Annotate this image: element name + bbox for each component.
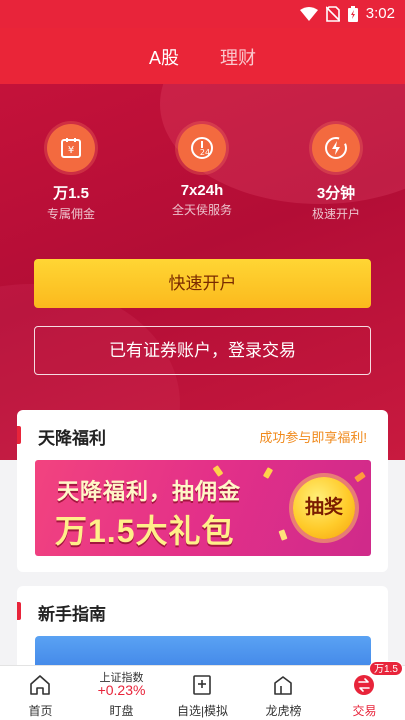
card-title: 新手指南 [38,605,106,624]
index-change: +0.23% [97,682,146,698]
clock-24-icon: 24 [178,124,226,172]
clock-time: 3:02 [365,5,395,22]
tab-home[interactable]: 首页 [0,666,81,720]
confetti [262,467,274,479]
login-trade-button[interactable]: 已有证券账户，登录交易 [34,326,371,375]
welfare-card: 天降福利 成功参与即享福利! 天降福利，抽佣金 万1.5大礼包 抽奖 [17,410,388,572]
title-accent [17,602,21,620]
battery-icon [347,5,358,22]
tab-label: 自选|模拟 [176,704,229,718]
promo-link[interactable]: 成功参与即享福利! [259,427,367,446]
yen-calendar-icon: ¥ [47,124,95,172]
home-icon [30,675,50,695]
confetti [278,529,288,541]
banner-gift-text: 万1.5大礼包 [55,513,235,549]
wifi-icon [299,6,318,21]
tab-label: 交易 [352,704,377,718]
card-title: 天降福利 [38,429,106,448]
lottery-button[interactable]: 抽奖 [293,477,355,539]
trade-badge: 万1.5 [369,661,403,676]
feature-subtitle: 专属佣金 [46,207,95,221]
feature-subtitle: 极速开户 [311,207,360,221]
banner-headline: 天降福利，抽佣金 [57,479,242,504]
add-bookmark-icon [193,675,211,695]
feature-title: 万1.5 [53,185,89,202]
feature-subtitle: 全天侯服务 [171,203,232,217]
tab-a-shares[interactable]: A股 [149,44,179,70]
tab-self-select[interactable]: 自选|模拟 [162,666,243,720]
bottom-tab-bar: 首页 上证指数 +0.23% 盯盘 自选|模拟 龙虎榜 万1.5 交易 [0,661,405,720]
welfare-banner[interactable]: 天降福利，抽佣金 万1.5大礼包 抽奖 [35,460,371,556]
no-sim-icon [325,5,340,22]
exchange-icon [354,675,374,695]
guide-banner[interactable] [35,636,371,665]
top-nav: A股 理财 [0,28,405,84]
tab-label: 龙虎榜 [265,704,302,718]
feature-commission: ¥ 万1.5 专属佣金 [16,124,126,222]
lightning-icon [312,124,360,172]
svg-text:24: 24 [200,148,210,157]
tab-label: 盯盘 [109,704,134,718]
building-icon [274,676,292,695]
confetti [354,471,366,483]
feature-title: 7x24h [180,182,224,199]
tab-dragon-tiger[interactable]: 龙虎榜 [243,666,324,720]
tab-watch[interactable]: 上证指数 +0.23% 盯盘 [81,666,162,720]
status-bar: 3:02 [0,0,405,28]
feature-title: 3分钟 [316,185,356,202]
title-accent [17,426,21,444]
tab-wealth[interactable]: 理财 [220,44,256,70]
feature-service: 24 7x24h 全天侯服务 [147,124,257,218]
guide-card: 新手指南 [17,586,388,665]
hero-section: ¥ 万1.5 专属佣金 24 7x24h 全天侯服务 3分钟 极速开户 快速开户… [0,84,405,460]
svg-text:¥: ¥ [68,145,74,156]
feature-fast-open: 3分钟 极速开户 [281,124,391,222]
tab-label: 首页 [28,704,53,718]
tab-trade[interactable]: 万1.5 交易 [324,661,405,720]
open-account-button[interactable]: 快速开户 [34,259,371,308]
